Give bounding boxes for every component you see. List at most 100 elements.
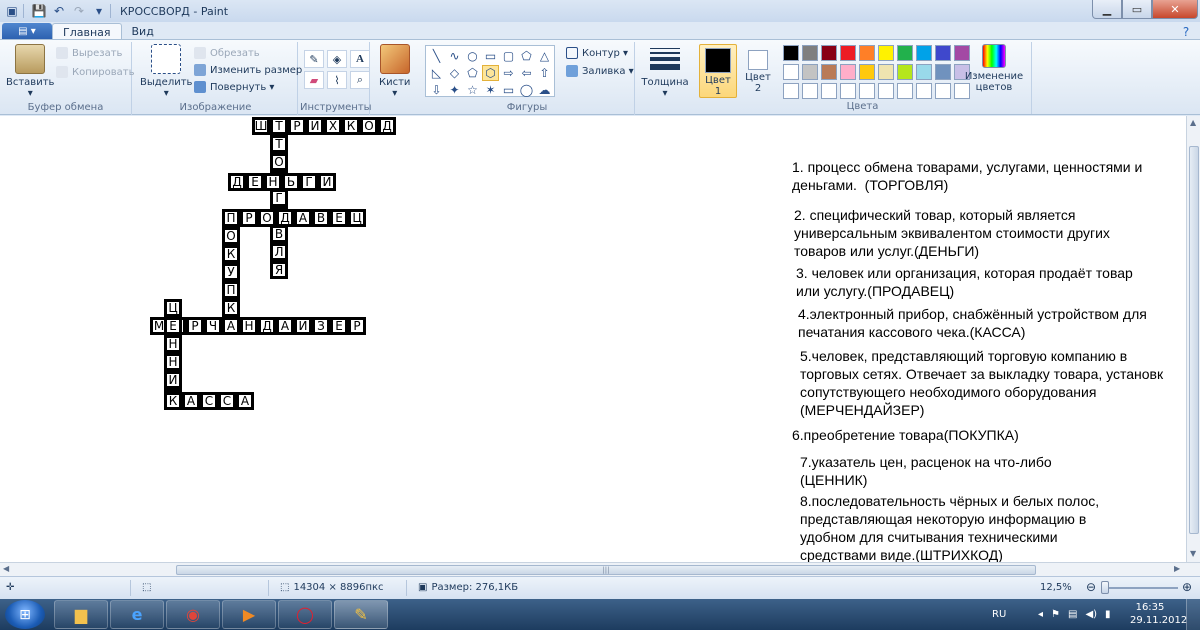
taskbar-app-opera[interactable]: ◯ [278,600,332,629]
palette-swatch[interactable] [821,45,837,61]
palette-swatch[interactable] [916,83,932,99]
paint-app-icon[interactable]: ▣ [4,3,20,19]
shape-tool[interactable]: ▭ [482,48,499,64]
shape-tool[interactable]: ∿ [446,48,463,64]
maximize-button[interactable]: ▭ [1122,0,1152,19]
brushes-button[interactable]: Кисти ▾ [379,44,410,99]
scroll-up-icon[interactable]: ▲ [1190,118,1196,127]
shape-tool[interactable]: ○ [464,48,481,64]
taskbar-app-media-player[interactable]: ▶ [222,600,276,629]
power-icon[interactable]: ▮ [1105,609,1111,620]
palette-swatch[interactable] [878,83,894,99]
vertical-scrollbar[interactable]: ▲ ▼ [1186,116,1200,562]
taskbar-app-ie[interactable]: e [110,600,164,629]
clock[interactable]: 16:35 29.11.2012 [1130,601,1187,627]
palette-swatch[interactable] [859,83,875,99]
palette-swatch[interactable] [859,45,875,61]
volume-icon[interactable]: ◀) [1085,609,1097,620]
scroll-right-icon[interactable]: ▶ [1174,564,1180,573]
shape-tool[interactable]: ☁ [536,82,553,98]
shape-tool[interactable]: ⇩ [428,82,445,98]
palette-swatch[interactable] [840,83,856,99]
palette-swatch[interactable] [897,83,913,99]
palette-swatch[interactable] [821,83,837,99]
color-picker-icon[interactable]: ⌇ [327,71,347,89]
palette-swatch[interactable] [802,83,818,99]
show-hidden-icons-icon[interactable]: ◂ [1038,609,1043,620]
pencil-icon[interactable]: ✎ [304,50,324,68]
drawing-canvas[interactable]: 1. процесс обмена товарами, услугами, це… [0,116,1186,562]
palette-swatch[interactable] [840,45,856,61]
crop-button[interactable]: Обрезать [194,47,260,59]
start-button[interactable]: ⊞ [5,600,45,629]
customize-quick-access-icon[interactable]: ▾ [91,3,107,19]
fill-shape-button[interactable]: Заливка ▾ [566,65,634,77]
palette-swatch[interactable] [935,83,951,99]
cut-button[interactable]: Вырезать [56,47,122,59]
palette-swatch[interactable] [783,64,799,80]
eraser-icon[interactable]: ▰ [304,71,324,89]
show-desktop-button[interactable] [1186,599,1200,630]
shape-tool[interactable]: ✦ [446,82,463,98]
fill-icon[interactable]: ◈ [327,50,347,68]
taskbar-app-explorer[interactable]: ▆ [54,600,108,629]
shape-tool[interactable]: ⬡ [482,65,499,81]
shape-tool[interactable]: ▢ [500,48,517,64]
palette-swatch[interactable] [935,64,951,80]
palette-swatch[interactable] [802,64,818,80]
shape-tool[interactable]: ✶ [482,82,499,98]
palette-swatch[interactable] [878,45,894,61]
resize-button[interactable]: Изменить размер [194,64,302,76]
shape-tool[interactable]: ⇧ [536,65,553,81]
shape-tool[interactable]: ◯ [518,82,535,98]
taskbar-app-chrome[interactable]: ◉ [166,600,220,629]
text-icon[interactable]: A [350,50,370,68]
outline-button[interactable]: Контур ▾ [566,47,628,59]
color1-button[interactable]: Цвет 1 [699,44,737,98]
shape-tool[interactable]: ▭ [500,82,517,98]
palette-swatch[interactable] [878,64,894,80]
palette-swatch[interactable] [783,83,799,99]
save-icon[interactable]: 💾 [31,3,47,19]
shape-tool[interactable]: ◇ [446,65,463,81]
palette-swatch[interactable] [840,64,856,80]
zoom-slider-track[interactable] [1108,587,1178,589]
palette-swatch[interactable] [897,45,913,61]
shape-tool[interactable]: ⇨ [500,65,517,81]
network-icon[interactable]: ▤ [1068,609,1077,620]
shape-tool[interactable]: ☆ [464,82,481,98]
zoom-in-icon[interactable]: ⊕ [1182,580,1192,594]
help-icon[interactable]: ? [1178,24,1194,40]
tab-view[interactable]: Вид [122,23,164,40]
tab-home[interactable]: Главная [52,23,122,40]
palette-swatch[interactable] [897,64,913,80]
select-button[interactable]: Выделить ▾ [140,44,192,99]
minimize-button[interactable]: ▁ [1092,0,1122,19]
taskbar-app-paint[interactable]: ✎ [334,600,388,629]
paste-button[interactable]: Вставить ▾ [6,44,54,99]
shape-tool[interactable]: ⬠ [464,65,481,81]
copy-button[interactable]: Копировать [56,66,134,78]
horizontal-scrollbar[interactable]: ◀ ||| ▶ [0,562,1200,576]
horizontal-scroll-thumb[interactable]: ||| [176,565,1036,575]
scroll-left-icon[interactable]: ◀ [3,564,9,573]
rotate-button[interactable]: Повернуть ▾ [194,81,274,93]
shapes-gallery[interactable]: ╲ ∿ ○ ▭ ▢ ⬠ △ ◺ ◇ ⬠ ⬡ ⇨ ⇦ ⇧ ⇩ ✦ ☆ ✶ ▭ ◯ ☁ [425,45,555,97]
palette-swatch[interactable] [916,64,932,80]
palette-swatch[interactable] [802,45,818,61]
palette-swatch[interactable] [783,45,799,61]
action-center-icon[interactable]: ⚑ [1051,609,1060,620]
color2-button[interactable]: Цвет 2 [739,44,777,98]
paint-menu-button[interactable]: ▤ ▾ [2,23,52,40]
edit-colors-button[interactable]: Изменение цветов [965,44,1023,93]
shape-tool[interactable]: ◺ [428,65,445,81]
palette-swatch[interactable] [916,45,932,61]
zoom-slider-thumb[interactable] [1101,581,1109,594]
palette-swatch[interactable] [821,64,837,80]
redo-icon[interactable]: ↷ [71,3,87,19]
scroll-down-icon[interactable]: ▼ [1190,549,1196,558]
palette-swatch[interactable] [859,64,875,80]
vertical-scroll-thumb[interactable] [1189,146,1199,534]
palette-swatch[interactable] [935,45,951,61]
language-indicator[interactable]: RU [992,609,1006,620]
